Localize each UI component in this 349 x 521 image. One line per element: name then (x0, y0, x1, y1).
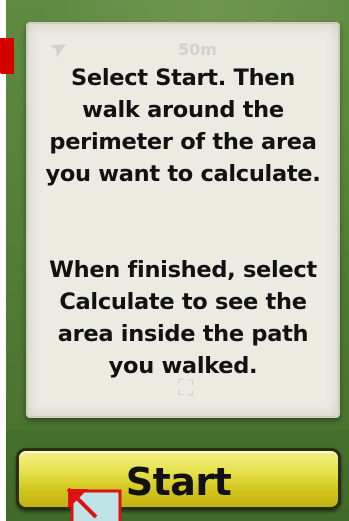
pointer-cursor-icon (66, 487, 122, 521)
instruction-panel: ➤ 50m ⛶ Select Start. Then walk around t… (26, 22, 340, 418)
start-button[interactable]: Start (16, 448, 341, 510)
start-button-label: Start (125, 460, 232, 504)
map-scale-label: 50m (178, 40, 217, 59)
map-arrow-icon: ➤ (44, 33, 74, 64)
device-screen: ➤ 50m ⛶ Select Start. Then walk around t… (6, 0, 349, 521)
instruction-text-calculate: When finished, select Calculate to see t… (49, 257, 317, 379)
red-highlight-marker (0, 38, 14, 74)
instruction-text-start: Select Start. Then walk around the perim… (45, 65, 321, 187)
